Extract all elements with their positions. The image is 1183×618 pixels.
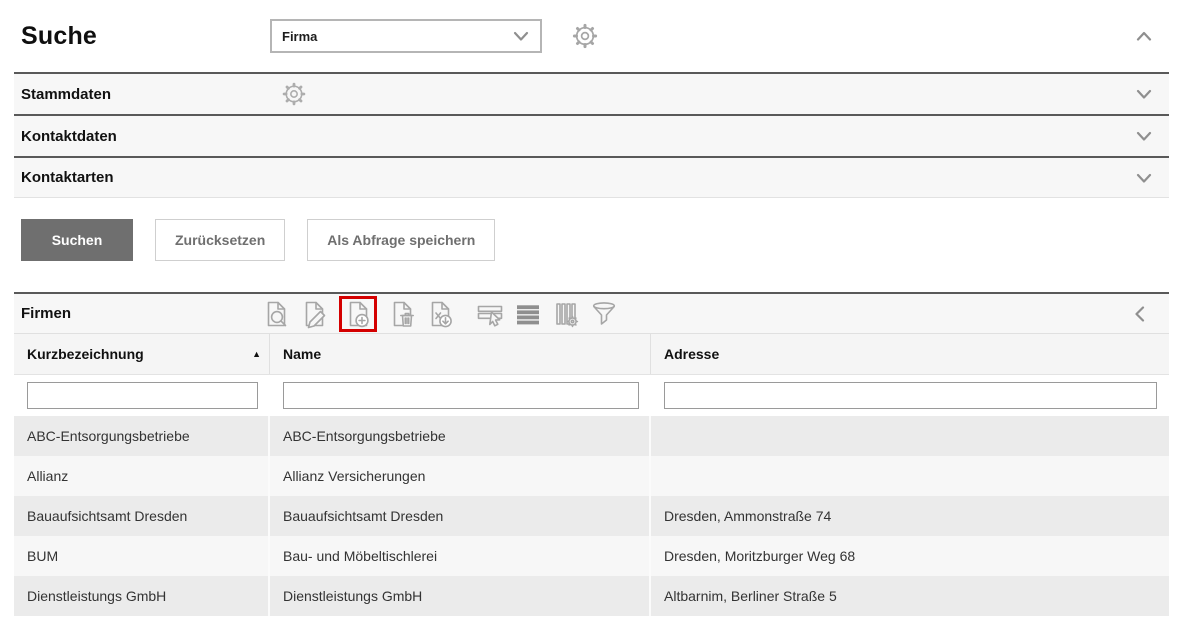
sort-ascending-icon: ▲: [252, 349, 261, 359]
expand-stammdaten-chevron-down-icon[interactable]: [1131, 81, 1157, 107]
filter-row: [14, 375, 1169, 416]
cell-adresse: Altbarnim, Berliner Straße 5: [651, 576, 1169, 616]
results-title: Firmen: [14, 305, 261, 322]
table-row[interactable]: Bauaufsichtsamt Dresden Bauaufsichtsamt …: [14, 496, 1169, 536]
delete-document-icon[interactable]: [387, 299, 417, 329]
column-header-name[interactable]: Name: [270, 334, 651, 374]
section-kontaktarten-label: Kontaktarten: [14, 169, 280, 186]
results-bar: Firmen: [14, 292, 1169, 334]
column-header-kurzbezeichnung[interactable]: Kurzbezeichnung ▲: [14, 334, 270, 374]
results-toolbar: [261, 296, 619, 332]
table-row[interactable]: Allianz Allianz Versicherungen: [14, 456, 1169, 496]
filter-icon[interactable]: [589, 299, 619, 329]
search-button[interactable]: Suchen: [21, 219, 133, 261]
cell-name: Bau- und Möbeltischlerei: [270, 536, 651, 576]
filter-input-name[interactable]: [283, 382, 639, 409]
cell-adresse: [651, 416, 1169, 456]
filter-input-adresse[interactable]: [664, 382, 1157, 409]
cell-kurzbezeichnung: Allianz: [14, 456, 270, 496]
section-kontaktarten[interactable]: Kontaktarten: [14, 156, 1169, 198]
section-kontaktdaten[interactable]: Kontaktdaten: [14, 114, 1169, 156]
action-buttons: Suchen Zurücksetzen Als Abfrage speicher…: [21, 219, 1169, 261]
cell-adresse: Dresden, Moritzburger Weg 68: [651, 536, 1169, 576]
entity-select[interactable]: Firma: [270, 19, 542, 53]
expand-kontaktdaten-chevron-down-icon[interactable]: [1131, 123, 1157, 149]
cell-adresse: [651, 456, 1169, 496]
cell-kurzbezeichnung: ABC-Entsorgungsbetriebe: [14, 416, 270, 456]
table-row[interactable]: Dienstleistungs GmbH Dienstleistungs Gmb…: [14, 576, 1169, 616]
page-title: Suche: [14, 22, 270, 51]
section-kontaktdaten-label: Kontaktdaten: [14, 128, 280, 145]
table-row[interactable]: ABC-Entsorgungsbetriebe ABC-Entsorgungsb…: [14, 416, 1169, 456]
reset-button[interactable]: Zurücksetzen: [155, 219, 285, 261]
edit-document-icon[interactable]: [299, 299, 329, 329]
preview-document-icon[interactable]: [261, 299, 291, 329]
stammdaten-settings-gear-icon[interactable]: [280, 80, 308, 108]
table-body: ABC-Entsorgungsbetriebe ABC-Entsorgungsb…: [14, 416, 1169, 616]
filter-input-kurzbezeichnung[interactable]: [27, 382, 258, 409]
export-document-icon[interactable]: [425, 299, 455, 329]
cell-kurzbezeichnung: Bauaufsichtsamt Dresden: [14, 496, 270, 536]
column-header-adresse[interactable]: Adresse: [651, 334, 1169, 374]
collapse-search-chevron-up-icon[interactable]: [1131, 23, 1157, 49]
expand-kontaktarten-chevron-down-icon[interactable]: [1131, 165, 1157, 191]
section-stammdaten[interactable]: Stammdaten: [14, 72, 1169, 114]
cell-name: ABC-Entsorgungsbetriebe: [270, 416, 651, 456]
entity-select-value: Firma: [282, 29, 317, 44]
cell-adresse: Dresden, Ammonstraße 74: [651, 496, 1169, 536]
table-row[interactable]: BUM Bau- und Möbeltischlerei Dresden, Mo…: [14, 536, 1169, 576]
cell-kurzbezeichnung: BUM: [14, 536, 270, 576]
cell-name: Allianz Versicherungen: [270, 456, 651, 496]
select-row-icon[interactable]: [475, 299, 505, 329]
section-stammdaten-label: Stammdaten: [14, 86, 280, 103]
row-layout-icon[interactable]: [513, 299, 543, 329]
table-header: Kurzbezeichnung ▲ Name Adresse: [14, 334, 1169, 375]
cell-name: Bauaufsichtsamt Dresden: [270, 496, 651, 536]
search-header: Suche Firma: [14, 0, 1169, 72]
chevron-down-icon: [508, 23, 534, 49]
add-document-highlight: [339, 296, 377, 332]
page: Suche Firma Sta: [0, 0, 1183, 616]
cell-name: Dienstleistungs GmbH: [270, 576, 651, 616]
column-settings-icon[interactable]: [551, 299, 581, 329]
cell-kurzbezeichnung: Dienstleistungs GmbH: [14, 576, 270, 616]
collapse-results-chevron-left-icon[interactable]: [1127, 301, 1153, 327]
save-query-button[interactable]: Als Abfrage speichern: [307, 219, 495, 261]
add-document-icon[interactable]: [343, 299, 373, 329]
search-settings-gear-icon[interactable]: [570, 21, 600, 51]
